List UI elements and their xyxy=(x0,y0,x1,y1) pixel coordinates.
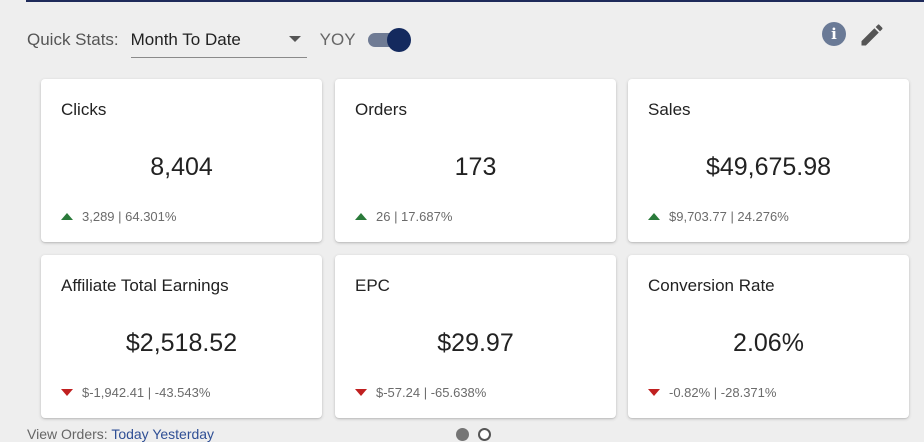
stat-card-delta-text: -0.82% | -28.371% xyxy=(669,385,777,400)
trend-down-icon xyxy=(355,389,367,396)
trend-up-icon xyxy=(61,213,73,220)
stat-card-title: Affiliate Total Earnings xyxy=(61,276,229,295)
stat-card-delta: $9,703.77 | 24.276% xyxy=(648,209,789,224)
yoy-label: YOY xyxy=(319,30,356,49)
stat-card-delta: $-57.24 | -65.638% xyxy=(355,385,486,400)
trend-up-icon xyxy=(648,213,660,220)
trend-down-icon xyxy=(648,389,660,396)
stat-card-title: Conversion Rate xyxy=(648,276,775,295)
pagination-dots xyxy=(456,428,500,441)
stat-card-value: 173 xyxy=(454,153,497,181)
period-select-value: Month To Date xyxy=(130,30,241,49)
chevron-down-icon xyxy=(288,36,301,42)
period-select[interactable]: Month To Date xyxy=(130,22,307,58)
stat-card-value: $2,518.52 xyxy=(125,329,238,357)
yoy-toggle[interactable] xyxy=(366,28,412,52)
top-divider xyxy=(26,0,924,2)
info-icon[interactable]: i xyxy=(822,22,846,46)
stat-card-value: 8,404 xyxy=(150,153,213,181)
stat-card-delta-text: $-57.24 | -65.638% xyxy=(376,385,487,400)
stat-card-title: Orders xyxy=(355,100,407,119)
stat-card-delta: 26 | 17.687% xyxy=(355,209,452,224)
yoy-toggle-knob xyxy=(386,28,411,52)
stat-card-delta-text: 3,289 | 64.301% xyxy=(82,209,177,224)
view-orders-bar: View Orders: Today Yesterday xyxy=(27,426,214,442)
stat-card-sales: Sales $49,675.98 $9,703.77 | 24.276% xyxy=(628,79,909,242)
stat-card-delta: 3,289 | 64.301% xyxy=(61,209,176,224)
quick-stats-label: Quick Stats: xyxy=(27,30,119,49)
stat-card-delta-text: $-1,942.41 | -43.543% xyxy=(82,385,211,400)
stat-card-delta: -0.82% | -28.371% xyxy=(648,385,776,400)
stat-card-clicks: Clicks 8,404 3,289 | 64.301% xyxy=(41,79,322,242)
page-dot-2[interactable] xyxy=(478,428,491,441)
pencil-icon[interactable] xyxy=(858,21,886,49)
stat-card-conversion-rate: Conversion Rate 2.06% -0.82% | -28.371% xyxy=(628,255,909,418)
stat-card-delta: $-1,942.41 | -43.543% xyxy=(61,385,210,400)
stat-card-affiliate-total-earnings: Affiliate Total Earnings $2,518.52 $-1,9… xyxy=(41,255,322,418)
stat-card-title: EPC xyxy=(355,276,390,295)
stat-card-value: $49,675.98 xyxy=(705,153,832,181)
trend-up-icon xyxy=(355,213,367,220)
stat-card-value: 2.06% xyxy=(733,329,804,357)
trend-down-icon xyxy=(61,389,73,396)
quick-stats-toolbar: Quick Stats: Month To Date YOY xyxy=(27,22,412,58)
stat-card-title: Clicks xyxy=(61,100,107,119)
stat-card-delta-text: 26 | 17.687% xyxy=(376,209,453,224)
stat-card-orders: Orders 173 26 | 17.687% xyxy=(335,79,616,242)
stat-card-delta-text: $9,703.77 | 24.276% xyxy=(669,209,789,224)
page-dot-1[interactable] xyxy=(456,428,469,441)
stat-card-title: Sales xyxy=(648,100,691,119)
view-orders-label: View Orders: xyxy=(27,426,108,442)
stat-card-epc: EPC $29.97 $-57.24 | -65.638% xyxy=(335,255,616,418)
stat-card-value: $29.97 xyxy=(437,329,514,357)
view-orders-yesterday-link[interactable]: Yesterday xyxy=(152,426,214,442)
view-orders-today-link[interactable]: Today xyxy=(111,426,148,442)
